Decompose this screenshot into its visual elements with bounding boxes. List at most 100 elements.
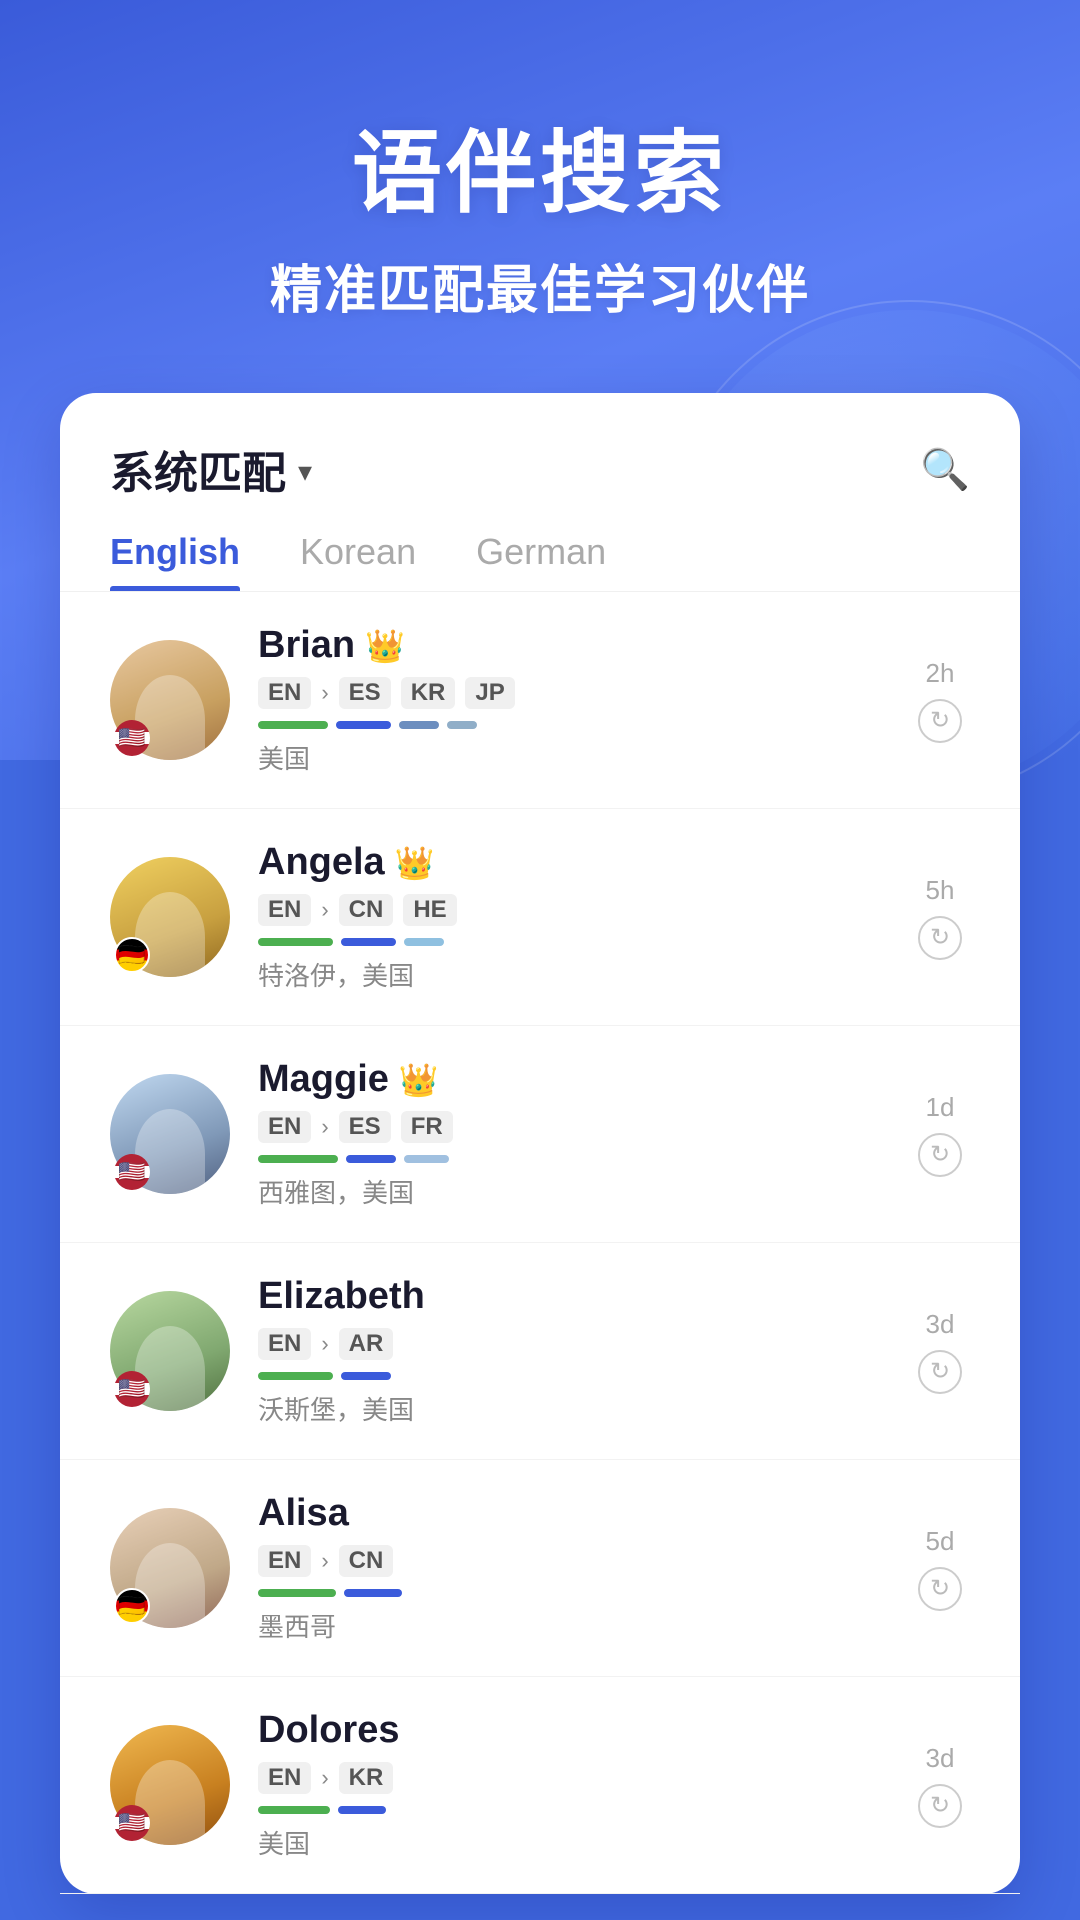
search-icon[interactable]: 🔍 bbox=[920, 446, 970, 493]
crown-icon: 👑 bbox=[365, 627, 405, 665]
learn-lang: KR bbox=[339, 1762, 394, 1794]
user-location: 美国 bbox=[258, 739, 882, 776]
lang-bar bbox=[336, 721, 391, 729]
lang-bar bbox=[404, 1155, 449, 1163]
refresh-icon[interactable]: ↻ bbox=[918, 1567, 962, 1611]
list-item[interactable]: 🇺🇸 Maggie 👑 EN › ES FR 西雅图，美 bbox=[60, 1026, 1020, 1243]
lang-bar bbox=[258, 721, 328, 729]
lang-bar bbox=[341, 1372, 391, 1380]
lang-bar bbox=[341, 938, 396, 946]
lang-bar bbox=[258, 1806, 330, 1814]
user-name: Dolores bbox=[258, 1709, 399, 1752]
avatar-wrap: 🇩🇪 bbox=[110, 857, 230, 977]
native-lang: EN bbox=[258, 1328, 311, 1360]
lang-bar bbox=[399, 721, 439, 729]
learn-lang: KR bbox=[401, 677, 456, 709]
lang-tags: EN › AR bbox=[258, 1328, 882, 1360]
user-list: 🇺🇸 Brian 👑 EN › ES KR JP bbox=[60, 592, 1020, 1894]
hero-section: 语伴搜索 精准匹配最佳学习伙伴 bbox=[0, 0, 1080, 323]
user-name: Angela bbox=[258, 841, 385, 884]
arrow-icon: › bbox=[321, 1114, 328, 1140]
lang-bar bbox=[258, 938, 333, 946]
native-lang: EN bbox=[258, 1762, 311, 1794]
card-header: 系统匹配 ▾ 🔍 bbox=[60, 393, 1020, 501]
hero-title: 语伴搜索 bbox=[0, 100, 1080, 230]
time-label: 3d bbox=[926, 1743, 955, 1774]
user-info: Elizabeth EN › AR 沃斯堡，美国 bbox=[258, 1275, 882, 1427]
learn-lang: AR bbox=[339, 1328, 394, 1360]
native-lang: EN bbox=[258, 894, 311, 926]
lang-bars bbox=[258, 1806, 882, 1814]
filter-selector[interactable]: 系统匹配 ▾ bbox=[110, 437, 312, 501]
hero-subtitle: 精准匹配最佳学习伙伴 bbox=[0, 248, 1080, 323]
flag-badge: 🇩🇪 bbox=[114, 937, 150, 973]
lang-bars bbox=[258, 938, 882, 946]
time-col: 2h ↻ bbox=[910, 658, 970, 743]
time-label: 5d bbox=[926, 1526, 955, 1557]
list-item[interactable]: 🇺🇸 Brian 👑 EN › ES KR JP bbox=[60, 592, 1020, 809]
time-label: 5h bbox=[926, 875, 955, 906]
list-item[interactable]: 🇺🇸 Elizabeth EN › AR 沃斯堡，美国 3d bbox=[60, 1243, 1020, 1460]
native-lang: EN bbox=[258, 1111, 311, 1143]
learn-lang: CN bbox=[339, 894, 394, 926]
lang-bar bbox=[258, 1155, 338, 1163]
lang-tags: EN › ES FR bbox=[258, 1111, 882, 1143]
time-label: 3d bbox=[926, 1309, 955, 1340]
refresh-icon[interactable]: ↻ bbox=[918, 1350, 962, 1394]
user-info: Brian 👑 EN › ES KR JP 美国 bbox=[258, 624, 882, 776]
native-lang: EN bbox=[258, 1545, 311, 1577]
lang-bars bbox=[258, 1372, 882, 1380]
lang-bar bbox=[258, 1589, 336, 1597]
time-col: 3d ↻ bbox=[910, 1743, 970, 1828]
learn-lang: ES bbox=[339, 1111, 391, 1143]
user-name: Maggie bbox=[258, 1058, 389, 1101]
refresh-icon[interactable]: ↻ bbox=[918, 699, 962, 743]
filter-label: 系统匹配 bbox=[110, 437, 286, 501]
avatar-wrap: 🇺🇸 bbox=[110, 640, 230, 760]
learn-lang: HE bbox=[403, 894, 456, 926]
language-tabs: English Korean German bbox=[60, 501, 1020, 592]
avatar-wrap: 🇺🇸 bbox=[110, 1074, 230, 1194]
lang-bar bbox=[338, 1806, 386, 1814]
lang-tags: EN › CN bbox=[258, 1545, 882, 1577]
user-info: Alisa EN › CN 墨西哥 bbox=[258, 1492, 882, 1644]
lang-bar bbox=[344, 1589, 402, 1597]
list-item[interactable]: 🇩🇪 Angela 👑 EN › CN HE 特洛伊，美 bbox=[60, 809, 1020, 1026]
refresh-icon[interactable]: ↻ bbox=[918, 1133, 962, 1177]
flag-badge: 🇺🇸 bbox=[114, 720, 150, 756]
arrow-icon: › bbox=[321, 897, 328, 923]
user-location: 特洛伊，美国 bbox=[258, 956, 882, 993]
avatar-wrap: 🇩🇪 bbox=[110, 1508, 230, 1628]
lang-bar bbox=[404, 938, 444, 946]
arrow-icon: › bbox=[321, 680, 328, 706]
refresh-icon[interactable]: ↻ bbox=[918, 1784, 962, 1828]
lang-tags: EN › KR bbox=[258, 1762, 882, 1794]
lang-bar bbox=[258, 1372, 333, 1380]
lang-bars bbox=[258, 1589, 882, 1597]
tab-german[interactable]: German bbox=[476, 531, 606, 591]
flag-badge: 🇺🇸 bbox=[114, 1371, 150, 1407]
refresh-icon[interactable]: ↻ bbox=[918, 916, 962, 960]
avatar-wrap: 🇺🇸 bbox=[110, 1725, 230, 1845]
user-name: Elizabeth bbox=[258, 1275, 425, 1318]
chevron-down-icon: ▾ bbox=[298, 455, 312, 488]
learn-lang: JP bbox=[465, 677, 514, 709]
user-location: 美国 bbox=[258, 1824, 882, 1861]
tab-english[interactable]: English bbox=[110, 531, 240, 591]
user-info: Angela 👑 EN › CN HE 特洛伊，美国 bbox=[258, 841, 882, 993]
lang-bar bbox=[447, 721, 477, 729]
main-card: 系统匹配 ▾ 🔍 English Korean German 🇺🇸 Brian bbox=[60, 393, 1020, 1894]
list-item[interactable]: 🇺🇸 Dolores EN › KR 美国 3d ↻ bbox=[60, 1677, 1020, 1894]
lang-bars bbox=[258, 1155, 882, 1163]
native-lang: EN bbox=[258, 677, 311, 709]
time-col: 5d ↻ bbox=[910, 1526, 970, 1611]
flag-badge: 🇺🇸 bbox=[114, 1154, 150, 1190]
tab-korean[interactable]: Korean bbox=[300, 531, 416, 591]
user-location: 西雅图，美国 bbox=[258, 1173, 882, 1210]
arrow-icon: › bbox=[321, 1765, 328, 1791]
lang-bar bbox=[346, 1155, 396, 1163]
list-item[interactable]: 🇩🇪 Alisa EN › CN 墨西哥 5d ↻ bbox=[60, 1460, 1020, 1677]
lang-bars bbox=[258, 721, 882, 729]
user-info: Maggie 👑 EN › ES FR 西雅图，美国 bbox=[258, 1058, 882, 1210]
user-name: Brian bbox=[258, 624, 355, 667]
